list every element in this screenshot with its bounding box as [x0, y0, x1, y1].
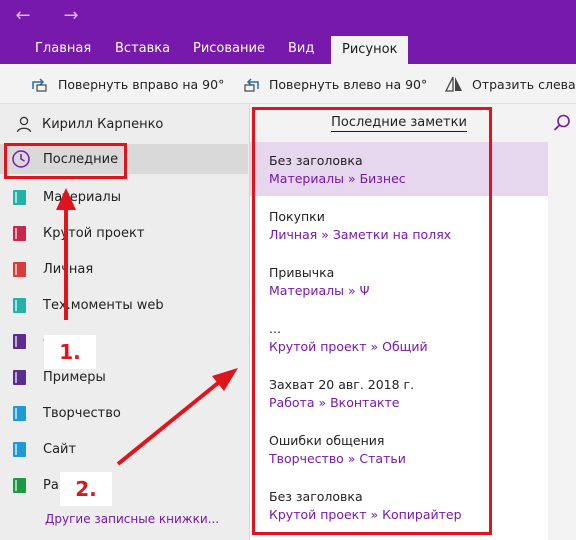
annotation-label-1: 1.: [44, 335, 96, 369]
annotation-label-2: 2.: [60, 472, 112, 506]
annotation-arrows: [56, 188, 238, 466]
onenote-window: ← → Главная Вставка Рисование Вид Рисуно…: [0, 0, 576, 540]
